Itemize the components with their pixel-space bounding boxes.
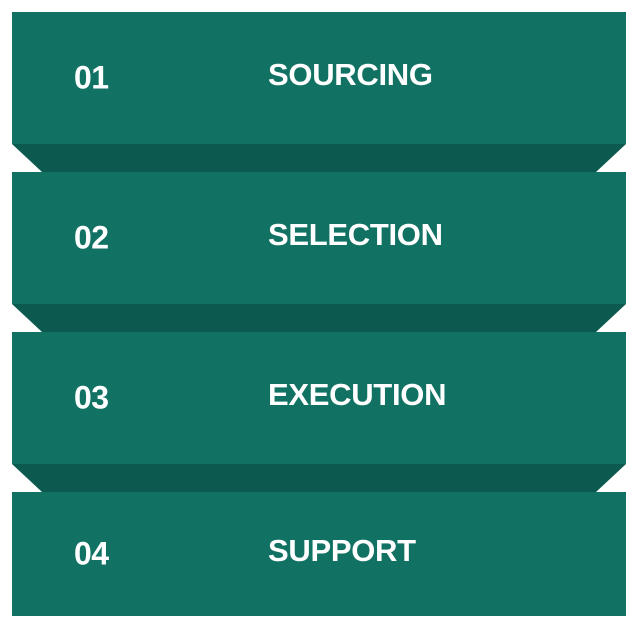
fold-connector-2 [12, 304, 626, 332]
step-band-2: 02 SELECTION [12, 172, 626, 304]
step-number: 04 [74, 535, 109, 572]
step-label: SOURCING [268, 57, 433, 93]
step-label: SELECTION [268, 217, 443, 253]
fold-connector-3 [12, 464, 626, 492]
step-label: EXECUTION [268, 377, 447, 413]
step-label: SUPPORT [268, 533, 416, 569]
process-step-stack: 01 SOURCING 02 SELECTION 03 EXECUTION 04… [0, 0, 626, 617]
fold-connector-1 [12, 144, 626, 172]
step-number: 01 [74, 59, 109, 96]
step-band-4: 04 SUPPORT [12, 492, 626, 616]
step-number: 03 [74, 379, 109, 416]
step-band-1: 01 SOURCING [12, 12, 626, 144]
step-band-3: 03 EXECUTION [12, 332, 626, 464]
step-number: 02 [74, 219, 109, 256]
